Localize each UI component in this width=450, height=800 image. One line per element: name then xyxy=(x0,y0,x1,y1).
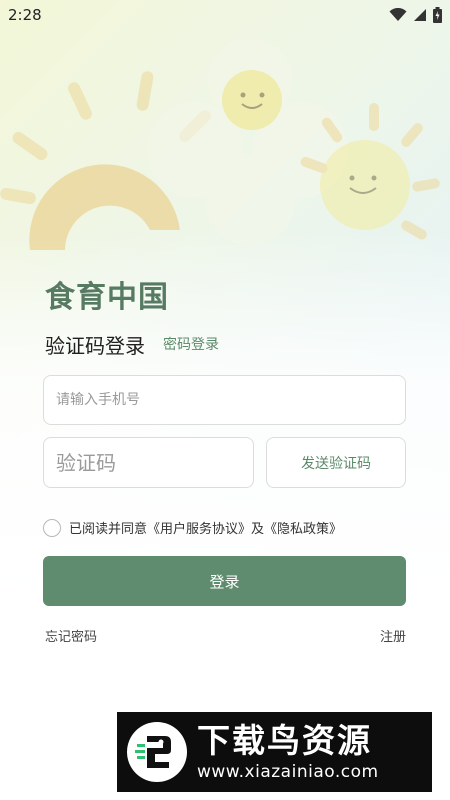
login-mode-title: 验证码登录 xyxy=(45,334,145,358)
app-title: 食育中国 xyxy=(45,280,169,315)
agreement-text[interactable]: 已阅读并同意《用户服务协议》及《隐私政策》 xyxy=(69,518,342,537)
status-icons xyxy=(389,7,442,23)
password-login-link[interactable]: 密码登录 xyxy=(163,334,219,354)
watermark-title: 下载鸟资源 xyxy=(197,721,372,760)
status-bar: 2:28 xyxy=(0,0,450,32)
watermark-banner: 下载鸟资源 www.xiazainiao.com xyxy=(117,712,432,792)
wifi-icon xyxy=(389,8,407,21)
header-illustration xyxy=(0,40,440,250)
status-time: 2:28 xyxy=(8,6,42,24)
battery-icon xyxy=(433,7,442,23)
agreement-checkbox[interactable] xyxy=(43,518,61,537)
code-field[interactable] xyxy=(43,437,254,488)
agreement-row: 已阅读并同意《用户服务协议》及《隐私政策》 xyxy=(43,518,342,537)
flower-illustration xyxy=(147,40,348,245)
phone-field[interactable] xyxy=(43,375,406,425)
register-link[interactable]: 注册 xyxy=(380,626,406,645)
watermark-url: www.xiazainiao.com xyxy=(197,762,379,782)
phone-input[interactable] xyxy=(44,376,405,424)
forgot-password-link[interactable]: 忘记密码 xyxy=(45,626,97,645)
code-input[interactable] xyxy=(44,438,253,487)
signal-icon xyxy=(414,9,426,21)
watermark-texts: 下载鸟资源 www.xiazainiao.com xyxy=(197,721,379,783)
login-button[interactable]: 登录 xyxy=(43,556,406,606)
bird-logo-icon xyxy=(127,722,187,782)
send-code-button[interactable]: 发送验证码 xyxy=(266,437,406,488)
